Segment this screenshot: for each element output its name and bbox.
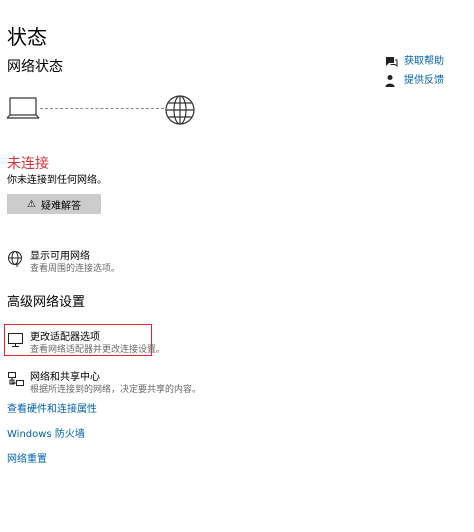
page-title: 状态 — [7, 25, 47, 49]
laptop-icon — [6, 97, 40, 119]
warning-icon: ⚠ — [27, 198, 36, 210]
get-help-link[interactable]: 获取帮助 — [384, 55, 444, 69]
give-feedback-link[interactable]: 提供反馈 — [384, 74, 444, 88]
sharing-center-title: 网络和共享中心 — [30, 372, 100, 383]
change-adapter-options[interactable]: 更改适配器选项 查看网络适配器并更改连接设置。 — [7, 331, 165, 356]
help-chat-icon — [386, 57, 398, 67]
view-hardware-properties-link[interactable]: 查看硬件和连接属性 — [7, 403, 97, 416]
troubleshoot-label: 疑难解答 — [40, 200, 81, 212]
sharing-center-description: 根据所连接到的网络，决定要共享的内容。 — [30, 385, 202, 395]
show-networks-description: 查看周围的连接选项。 — [30, 264, 121, 274]
adapter-options-title: 更改适配器选项 — [30, 332, 100, 343]
network-reset-link[interactable]: 网络重置 — [7, 453, 47, 466]
troubleshoot-button[interactable]: ⚠ 疑难解答 — [7, 194, 101, 214]
windows-firewall-link[interactable]: Windows 防火墙 — [7, 428, 85, 441]
network-sharing-center[interactable]: 网络和共享中心 根据所连接到的网络，决定要共享的内容。 — [7, 371, 201, 396]
feedback-person-icon — [385, 75, 395, 87]
adapter-options-description: 查看网络适配器并更改连接设置。 — [30, 345, 166, 355]
advanced-settings-heading: 高级网络设置 — [7, 295, 86, 310]
connection-status: 未连接 — [7, 156, 49, 172]
connection-line — [40, 108, 164, 109]
show-available-networks[interactable]: 显示可用网络 查看周围的连接选项。 — [7, 250, 120, 275]
globe-icon — [165, 95, 195, 125]
globe-network-icon — [8, 251, 22, 267]
network-status-heading: 网络状态 — [7, 59, 63, 75]
get-help-label: 获取帮助 — [404, 56, 444, 67]
sharing-center-icon — [8, 372, 24, 386]
adapter-monitor-icon — [8, 333, 23, 347]
show-networks-title: 显示可用网络 — [30, 251, 90, 262]
give-feedback-label: 提供反馈 — [404, 75, 444, 86]
connection-status-description: 你未连接到任何网络。 — [7, 175, 107, 186]
